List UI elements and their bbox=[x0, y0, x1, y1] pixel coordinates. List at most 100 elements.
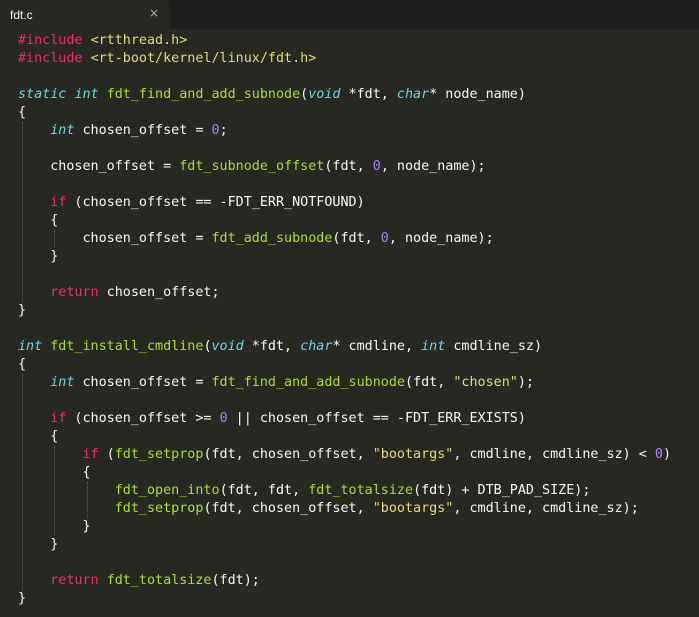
code-text: *fdt, bbox=[243, 339, 301, 354]
code-text: , cmdline, cmdline_sz); bbox=[453, 501, 639, 516]
indent-guide bbox=[86, 482, 88, 518]
keyword-token: if bbox=[50, 411, 67, 426]
number-token: 0 bbox=[654, 447, 663, 462]
type-token: int bbox=[74, 87, 99, 102]
type-token: void bbox=[308, 87, 341, 102]
type-token: char bbox=[300, 339, 333, 354]
code-text: , node_name); bbox=[388, 231, 494, 246]
code-line[interactable]: } bbox=[18, 248, 671, 266]
code-line[interactable]: fdt_setprop(fdt, chosen_offset, "bootarg… bbox=[18, 500, 671, 518]
code-line[interactable]: chosen_offset = fdt_subnode_offset(fdt, … bbox=[18, 158, 671, 176]
keyword-token: if bbox=[50, 195, 67, 210]
code-text: } bbox=[18, 537, 59, 552]
keyword-token: return bbox=[50, 573, 99, 588]
string-token: "bootargs" bbox=[372, 501, 454, 516]
code-line[interactable]: int chosen_offset = fdt_find_and_add_sub… bbox=[18, 374, 671, 392]
tab-fdt-c[interactable]: fdt.c × bbox=[0, 0, 170, 29]
code-text: (fdt, fdt, bbox=[219, 483, 309, 498]
type-token: static bbox=[18, 87, 67, 102]
code-line[interactable]: static int fdt_find_and_add_subnode(void… bbox=[18, 86, 671, 104]
code-line[interactable] bbox=[18, 392, 671, 410]
code-text: , node_name); bbox=[380, 159, 486, 174]
code-line[interactable] bbox=[18, 140, 671, 158]
code-line[interactable]: return chosen_offset; bbox=[18, 284, 671, 302]
code-text: * cmdline, bbox=[332, 339, 422, 354]
code-text: ( bbox=[98, 447, 115, 462]
code-line[interactable] bbox=[18, 266, 671, 284]
code-line[interactable]: { bbox=[18, 428, 671, 446]
code-line[interactable]: chosen_offset = fdt_add_subnode(fdt, 0, … bbox=[18, 230, 671, 248]
code-text: , cmdline, cmdline_sz) < bbox=[453, 447, 655, 462]
code-line[interactable] bbox=[18, 68, 671, 86]
number-token: 0 bbox=[372, 159, 381, 174]
code-line[interactable]: return fdt_totalsize(fdt); bbox=[18, 572, 671, 590]
code-line[interactable]: } bbox=[18, 536, 671, 554]
code-line[interactable]: int chosen_offset = 0; bbox=[18, 122, 671, 140]
code-line[interactable]: if (chosen_offset >= 0 || chosen_offset … bbox=[18, 410, 671, 428]
code-line[interactable]: int fdt_install_cmdline(void *fdt, char*… bbox=[18, 338, 671, 356]
function-token: fdt_add_subnode bbox=[211, 231, 333, 246]
code-text: chosen_offset = bbox=[18, 159, 180, 174]
code-line[interactable]: #include <rt-boot/kernel/linux/fdt.h> bbox=[18, 50, 671, 68]
code-line[interactable]: { bbox=[18, 104, 671, 122]
code-line[interactable] bbox=[18, 176, 671, 194]
code-line[interactable]: if (fdt_setprop(fdt, chosen_offset, "boo… bbox=[18, 446, 672, 464]
code-text: { bbox=[18, 213, 59, 228]
code-line[interactable]: { bbox=[18, 356, 671, 374]
function-token: fdt_find_and_add_subnode bbox=[211, 375, 405, 390]
code-line[interactable]: { bbox=[18, 464, 671, 482]
indent-guide bbox=[22, 122, 23, 302]
code-line[interactable]: #include <rtthread.h> bbox=[18, 32, 671, 50]
code-text: chosen_offset = bbox=[74, 123, 212, 138]
close-icon[interactable]: × bbox=[149, 6, 159, 20]
number-token: 0 bbox=[380, 231, 389, 246]
code-text: chosen_offset; bbox=[98, 285, 220, 300]
code-line[interactable]: } bbox=[18, 302, 671, 320]
indent-guide bbox=[54, 230, 56, 248]
keyword-token: if bbox=[82, 447, 99, 462]
number-token: 0 bbox=[211, 123, 220, 138]
type-token: int bbox=[50, 123, 75, 138]
code-text: (chosen_offset >= bbox=[66, 411, 220, 426]
code-line[interactable]: if (chosen_offset == -FDT_ERR_NOTFOUND) bbox=[18, 194, 671, 212]
function-token: fdt_setprop bbox=[114, 447, 204, 462]
function-token: fdt_subnode_offset bbox=[179, 159, 325, 174]
code-text: ; bbox=[219, 123, 228, 138]
code-text: (fdt, bbox=[332, 231, 381, 246]
number-token: 0 bbox=[219, 411, 228, 426]
code-line[interactable]: } bbox=[18, 518, 671, 536]
code-line[interactable] bbox=[18, 320, 671, 338]
code-text: } bbox=[18, 591, 27, 606]
type-token: char bbox=[396, 87, 430, 102]
code-text: } bbox=[18, 249, 59, 264]
string-token: "chosen" bbox=[453, 375, 518, 390]
function-token: fdt_find_and_add_subnode bbox=[106, 87, 301, 102]
code-text: (fdt); bbox=[211, 573, 260, 588]
code-text: (fdt, bbox=[404, 375, 454, 390]
code-line[interactable] bbox=[18, 554, 671, 572]
code-text: } bbox=[18, 303, 27, 318]
code-line[interactable]: fdt_open_into(fdt, fdt, fdt_totalsize(fd… bbox=[18, 482, 671, 500]
code-editor[interactable]: #include <rtthread.h> #include <rt-boot/k… bbox=[0, 29, 699, 617]
keyword-token: return bbox=[50, 285, 99, 300]
indent-guide bbox=[22, 374, 23, 590]
code-line[interactable]: { bbox=[18, 212, 671, 230]
code-line[interactable]: } bbox=[18, 590, 671, 608]
code-text: ( bbox=[203, 339, 212, 354]
type-token: int bbox=[50, 375, 75, 390]
code-text: { bbox=[18, 357, 27, 372]
code-text: chosen_offset = bbox=[74, 375, 212, 390]
code-text: (fdt, chosen_offset, bbox=[203, 501, 373, 516]
type-token: int bbox=[421, 339, 446, 354]
code-text: ); bbox=[517, 375, 534, 390]
tab-bar: fdt.c × bbox=[0, 0, 699, 29]
string-token: <rtthread.h> bbox=[90, 33, 188, 48]
function-token: fdt_totalsize bbox=[308, 483, 414, 498]
type-token: void bbox=[211, 339, 244, 354]
tab-title: fdt.c bbox=[10, 8, 33, 22]
code-view[interactable]: #include <rtthread.h> #include <rt-boot/k… bbox=[18, 32, 671, 608]
code-text: ) bbox=[662, 447, 672, 462]
